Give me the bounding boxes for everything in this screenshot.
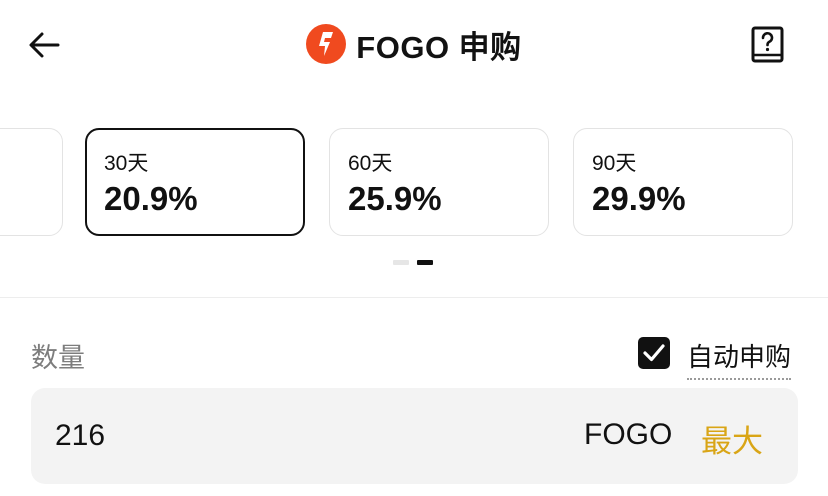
term-rate: 20.9% bbox=[104, 180, 198, 217]
term-selector: 30天 20.9% 60天 25.9% 90天 29.9% bbox=[0, 127, 828, 239]
max-button[interactable]: 最大 bbox=[701, 416, 763, 461]
term-card-30d[interactable]: 30天 20.9% bbox=[85, 128, 305, 236]
quantity-input-box: FOGO 最大 bbox=[31, 388, 798, 484]
term-rate: 29.9% bbox=[592, 180, 686, 217]
book-question-icon bbox=[751, 26, 784, 63]
auto-subscribe-checkbox[interactable] bbox=[638, 337, 670, 369]
auto-subscribe-label[interactable]: 自动申购 bbox=[687, 337, 792, 380]
help-guide-button[interactable] bbox=[750, 25, 786, 65]
quantity-label: 数量 bbox=[31, 343, 85, 373]
section-divider bbox=[0, 297, 828, 298]
header: FOGO 申购 bbox=[0, 0, 828, 90]
page-title: FOGO 申购 bbox=[356, 29, 522, 65]
quantity-input[interactable] bbox=[53, 418, 357, 454]
term-label: 30天 bbox=[104, 152, 149, 175]
page-title-group: FOGO 申购 bbox=[0, 22, 828, 66]
term-card-partial[interactable] bbox=[0, 128, 63, 236]
term-rate: 25.9% bbox=[348, 180, 442, 217]
term-card-90d[interactable]: 90天 29.9% bbox=[573, 128, 793, 236]
checkmark-icon bbox=[643, 344, 665, 362]
pagination-dot-active[interactable] bbox=[417, 260, 433, 265]
quantity-unit: FOGO bbox=[584, 418, 673, 451]
carousel-pagination bbox=[393, 260, 433, 266]
term-label: 60天 bbox=[348, 152, 393, 175]
fogo-logo-icon bbox=[306, 24, 347, 64]
term-card-60d[interactable]: 60天 25.9% bbox=[329, 128, 549, 236]
pagination-dot[interactable] bbox=[393, 260, 409, 265]
term-label: 90天 bbox=[592, 152, 637, 175]
